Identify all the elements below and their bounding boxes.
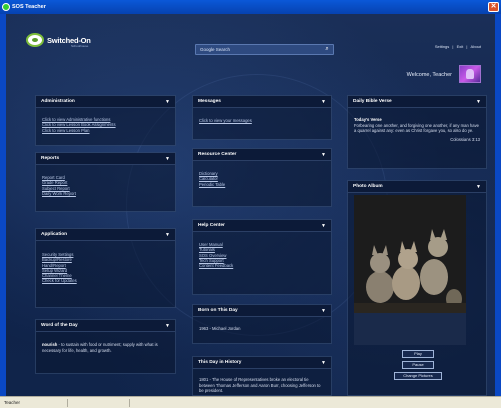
window-border-right <box>495 14 501 396</box>
change-pictures-button[interactable]: Change Pictures <box>394 372 442 380</box>
panel-title: Messages <box>198 99 221 104</box>
app-icon <box>2 3 10 11</box>
panel-title: Application <box>41 232 68 237</box>
panel-title: Administration <box>41 99 75 104</box>
bible-verse-header[interactable]: Daily Bible Verse ▼ <box>348 96 486 108</box>
welcome-text: Welcome, Teacher <box>406 72 452 78</box>
word-of-day-panel: Word of the Day ▼ nourish - to sustain w… <box>35 319 176 374</box>
window-titlebar: SOS Teacher ✕ <box>0 0 501 14</box>
chevron-down-icon[interactable]: ▼ <box>165 320 170 332</box>
chevron-down-icon[interactable]: ▼ <box>321 149 326 161</box>
resource-center-header[interactable]: Resource Center ▼ <box>193 149 331 161</box>
chevron-down-icon[interactable]: ▼ <box>321 220 326 232</box>
status-cell <box>70 399 130 407</box>
logo-badge-icon <box>26 33 44 47</box>
word: nourish <box>42 342 58 347</box>
daily-work-report-link[interactable]: Daily Work Report <box>42 191 169 196</box>
panel-title: This Day in History <box>198 360 242 365</box>
application-header[interactable]: Application ▼ <box>36 229 175 241</box>
chevron-down-icon[interactable]: ▼ <box>476 96 481 108</box>
reports-header[interactable]: Reports ▼ <box>36 153 175 165</box>
word-of-day-header[interactable]: Word of the Day ▼ <box>36 320 175 332</box>
periodic-table-link[interactable]: Periodic Table <box>199 182 325 187</box>
chevron-down-icon[interactable]: ▼ <box>165 229 170 241</box>
panel-title: Reports <box>41 156 60 161</box>
avatar[interactable] <box>459 65 481 83</box>
cats-photo-image <box>354 195 466 345</box>
chevron-down-icon[interactable]: ▼ <box>321 357 326 369</box>
logo-subtext: Schoolhouse <box>71 44 89 48</box>
application-panel: Application ▼ Security Settings Backup/R… <box>35 228 176 308</box>
administration-header[interactable]: Administration ▼ <box>36 96 175 108</box>
panel-title: Daily Bible Verse <box>353 99 392 104</box>
chevron-down-icon[interactable]: ▼ <box>321 96 326 108</box>
help-center-panel: Help Center ▼ User Manual Tutorials SOS … <box>192 219 332 295</box>
about-link[interactable]: About <box>471 44 481 49</box>
panel-title: Word of the Day <box>41 323 78 328</box>
resource-center-panel: Resource Center ▼ Dictionary Calculator … <box>192 148 332 207</box>
pause-button[interactable]: Pause <box>402 361 434 369</box>
born-text: 1963 - Michael Jordan <box>199 326 241 331</box>
panel-title: Born on This Day <box>198 308 238 313</box>
panel-title: Resource Center <box>198 152 237 157</box>
administration-panel: Administration ▼ Click to view Administr… <box>35 95 176 146</box>
this-day-in-history-panel: This Day in History ▼ 1801 - The House o… <box>192 356 332 396</box>
logo: Switched-On Schoolhouse <box>26 30 106 50</box>
status-text: Teacher <box>2 399 68 407</box>
app-client-area: Switched-On Schoolhouse ⌕ Settings | Exi… <box>6 14 495 396</box>
view-messages-link[interactable]: Click to view your messages <box>199 118 325 123</box>
photo-album-panel: Photo Album ▼ Play Pause Change Pictures <box>347 180 487 396</box>
history-text: 1801 - The House of Representatives brok… <box>199 377 321 393</box>
exit-link[interactable]: Exit <box>457 44 464 49</box>
play-button[interactable]: Play <box>402 350 434 358</box>
photo-image <box>354 195 466 345</box>
chevron-down-icon[interactable]: ▼ <box>165 96 170 108</box>
help-center-header[interactable]: Help Center ▼ <box>193 220 331 232</box>
separator: | <box>466 44 468 49</box>
status-bar: Teacher <box>0 396 501 408</box>
word-definition: nourish - to sustain with food or nutrim… <box>42 342 169 353</box>
chevron-down-icon[interactable]: ▼ <box>321 305 326 317</box>
window-title: SOS Teacher <box>12 4 46 10</box>
panel-title: Photo Album <box>353 184 383 189</box>
bible-verse-panel: Daily Bible Verse ▼ Today's Verse Forbea… <box>347 95 487 169</box>
verse-reference: Colossians 3:13 <box>450 136 480 142</box>
messages-header[interactable]: Messages ▼ <box>193 96 331 108</box>
photo-album-header[interactable]: Photo Album ▼ <box>348 181 486 193</box>
definition: - to sustain with food or nutriment; sup… <box>42 342 158 353</box>
born-on-this-day-header[interactable]: Born on This Day ▼ <box>193 305 331 317</box>
search-box: ⌕ <box>195 44 334 55</box>
chevron-down-icon[interactable]: ▼ <box>476 181 481 193</box>
lesson-plan-link[interactable]: Click to view Lesson Plan <box>42 128 169 133</box>
content-feedback-link[interactable]: Content Feedback <box>199 263 325 268</box>
born-on-this-day-panel: Born on This Day ▼ 1963 - Michael Jordan <box>192 304 332 344</box>
search-input[interactable] <box>196 45 321 54</box>
separator: | <box>452 44 454 49</box>
messages-panel: Messages ▼ Click to view your messages <box>192 95 332 140</box>
check-updates-link[interactable]: Check for Updates <box>42 278 169 283</box>
top-links: Settings | Exit | About <box>433 44 481 49</box>
search-icon[interactable]: ⌕ <box>321 45 333 54</box>
this-day-in-history-header[interactable]: This Day in History ▼ <box>193 357 331 369</box>
panel-title: Help Center <box>198 223 225 228</box>
settings-link[interactable]: Settings <box>435 44 449 49</box>
close-icon[interactable]: ✕ <box>488 2 499 12</box>
reports-panel: Reports ▼ Report Card Grade Report Subje… <box>35 152 176 212</box>
verse-text: Forbearing one another, and forgiving on… <box>354 122 480 134</box>
chevron-down-icon[interactable]: ▼ <box>165 153 170 165</box>
dashboard-background: Switched-On Schoolhouse ⌕ Settings | Exi… <box>6 14 495 396</box>
